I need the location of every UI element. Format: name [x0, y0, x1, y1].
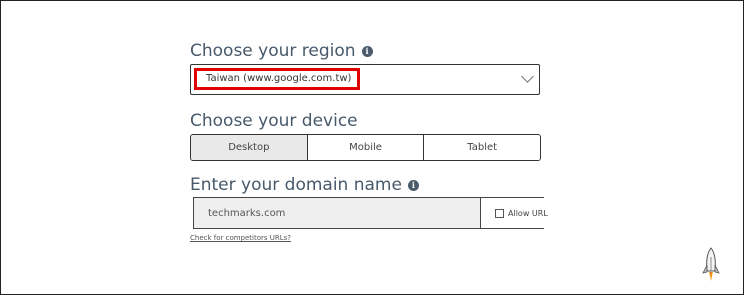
- device-heading: Choose your device: [190, 111, 358, 131]
- device-desktop-button[interactable]: Desktop: [191, 135, 308, 160]
- domain-input-group: Allow URL: [193, 197, 548, 229]
- device-heading-label: Choose your device: [190, 111, 358, 131]
- device-tablet-button[interactable]: Tablet: [424, 135, 540, 160]
- region-heading: Choose your region i: [190, 41, 373, 61]
- allow-url-option[interactable]: Allow URL: [480, 198, 548, 228]
- device-mobile-button[interactable]: Mobile: [307, 135, 425, 160]
- device-toggle-group: Desktop Mobile Tablet: [190, 134, 541, 161]
- region-selected-value: Taiwan (www.google.com.tw): [194, 68, 360, 90]
- rocket-icon: [702, 247, 720, 281]
- chevron-down-icon[interactable]: [521, 70, 534, 83]
- region-heading-label: Choose your region: [190, 41, 356, 61]
- allow-url-checkbox[interactable]: [495, 208, 504, 218]
- region-select[interactable]: Taiwan (www.google.com.tw): [190, 64, 540, 95]
- domain-heading: Enter your domain name i: [190, 175, 419, 195]
- allow-url-label: Allow URL: [508, 208, 548, 218]
- info-icon[interactable]: i: [361, 45, 373, 57]
- domain-input[interactable]: [194, 198, 480, 228]
- info-icon[interactable]: i: [407, 179, 419, 191]
- competitor-urls-link[interactable]: Check for competitors URLs?: [190, 234, 291, 242]
- domain-heading-label: Enter your domain name: [190, 175, 402, 195]
